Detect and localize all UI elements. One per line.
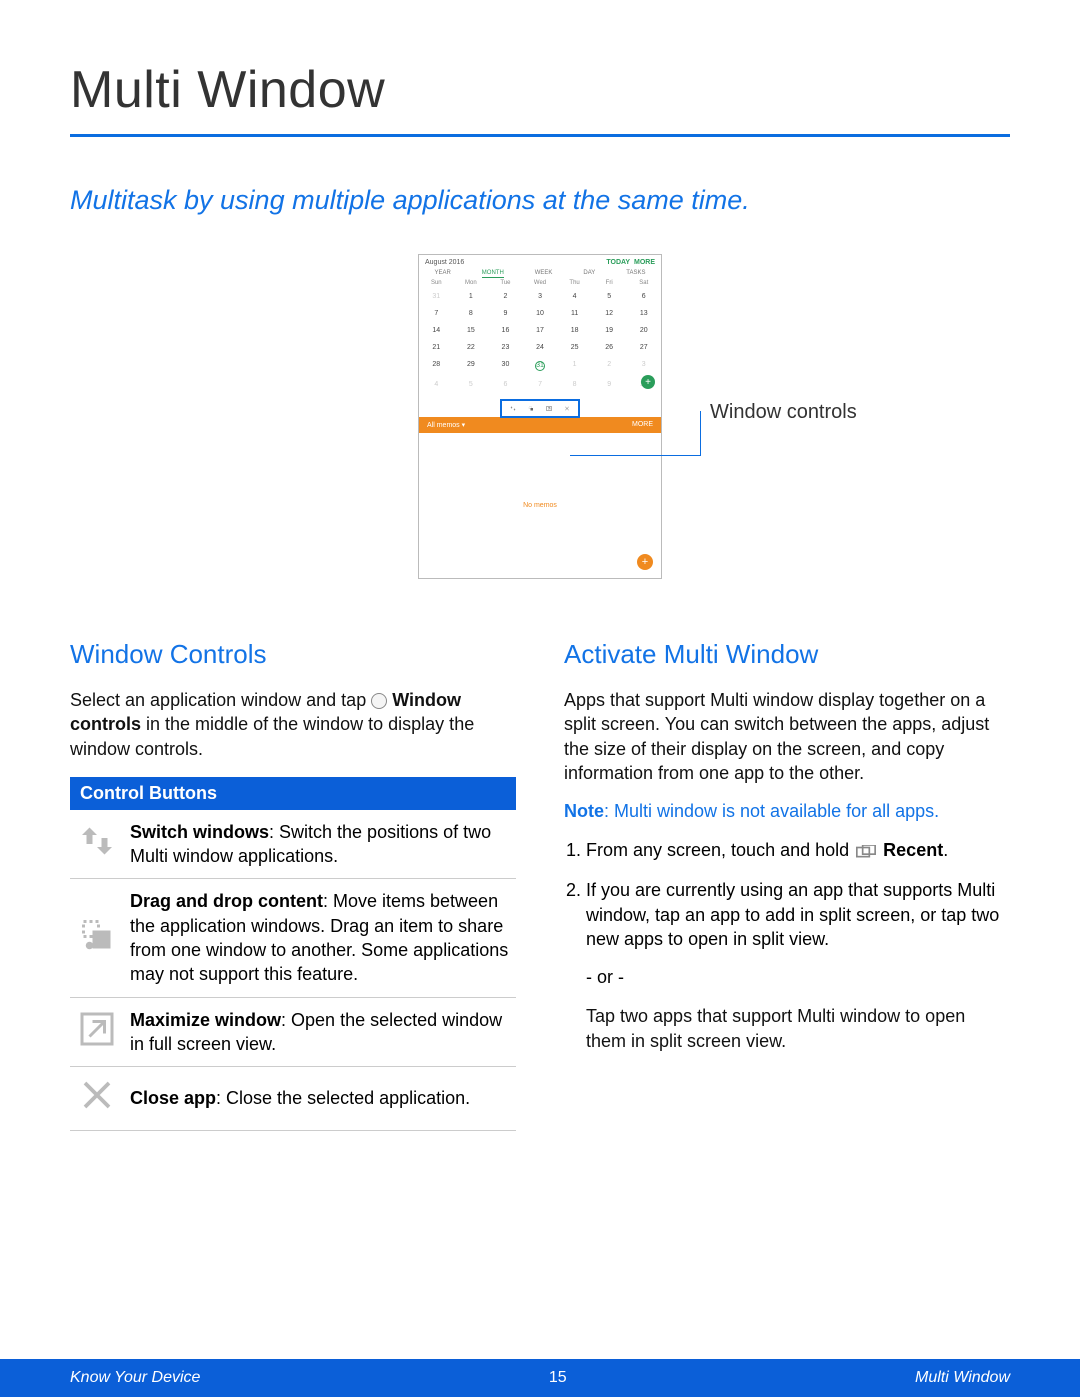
or-separator: - or -	[586, 967, 1010, 988]
switch-icon	[79, 823, 115, 859]
page-title: Multi Window	[70, 60, 1010, 120]
page-footer: Know Your Device 15 Multi Window	[0, 1359, 1080, 1397]
window-controls-icon	[371, 693, 387, 709]
add-icon: +	[641, 375, 655, 389]
calendar-dow: SunMonTueWedThuFriSat	[419, 278, 661, 288]
device-mock: August 2016 TODAY MORE YEAR MONTH WEEK D…	[418, 254, 662, 579]
switch-icon	[510, 404, 516, 413]
close-icon	[564, 404, 570, 413]
control-buttons-bar: Control Buttons	[70, 777, 516, 810]
alt-instruction: Tap two apps that support Multi window t…	[586, 1004, 1010, 1053]
calendar-tabs: YEAR MONTH WEEK DAY TASKS	[419, 268, 661, 278]
maximize-icon	[79, 1011, 115, 1047]
footer-topic: Multi Window	[915, 1369, 1010, 1387]
note-text: Note: Multi window is not available for …	[564, 801, 1010, 822]
figure: August 2016 TODAY MORE YEAR MONTH WEEK D…	[70, 254, 1010, 579]
page-subtitle: Multitask by using multiple applications…	[70, 185, 1010, 216]
steps-list: From any screen, touch and hold Recent. …	[564, 838, 1010, 951]
heading-activate: Activate Multi Window	[564, 639, 1010, 670]
table-row: Maximize window: Open the selected windo…	[70, 997, 516, 1067]
window-controls-bar	[500, 399, 580, 418]
drag-drop-icon	[528, 404, 534, 413]
calendar-today: TODAY	[606, 259, 630, 266]
memo-header: All memos ▾ MORE	[419, 417, 661, 433]
table-row: Drag and drop content: Move items betwee…	[70, 879, 516, 997]
close-icon	[79, 1077, 115, 1113]
list-item: From any screen, touch and hold Recent.	[586, 838, 1010, 862]
calendar-grid: 31123456 78910111213 14151617181920 2122…	[419, 288, 661, 393]
window-controls-intro: Select an application window and tap Win…	[70, 688, 516, 761]
recent-icon	[856, 840, 876, 853]
list-item: If you are currently using an app that s…	[586, 878, 1010, 951]
maximize-icon	[546, 404, 552, 413]
drag-drop-icon	[79, 917, 115, 953]
left-column: Window Controls Select an application wi…	[70, 639, 516, 1131]
calendar-month: August 2016	[425, 259, 464, 266]
add-icon: +	[637, 554, 653, 570]
control-buttons-table: Switch windows: Switch the positions of …	[70, 810, 516, 1131]
footer-page-number: 15	[549, 1369, 567, 1387]
table-row: Close app: Close the selected applicatio…	[70, 1067, 516, 1130]
footer-section: Know Your Device	[70, 1369, 200, 1387]
heading-window-controls: Window Controls	[70, 639, 516, 670]
right-column: Activate Multi Window Apps that support …	[564, 639, 1010, 1131]
calendar-more: MORE	[634, 259, 655, 266]
title-rule	[70, 134, 1010, 137]
table-row: Switch windows: Switch the positions of …	[70, 810, 516, 879]
activate-intro: Apps that support Multi window display t…	[564, 688, 1010, 785]
callout-window-controls: Window controls	[710, 401, 857, 424]
